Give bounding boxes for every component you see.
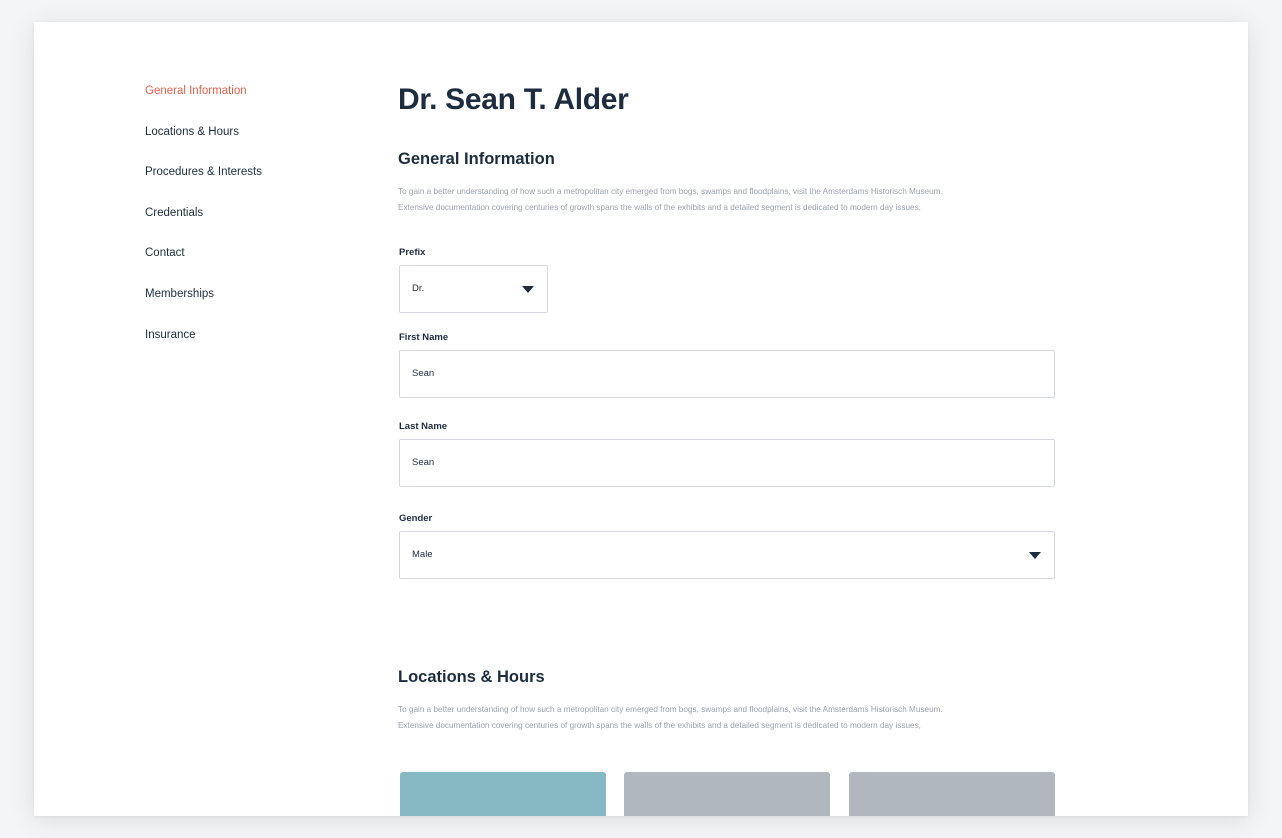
general-desc-line-2: Extensive documentation covering centuri… bbox=[398, 202, 921, 212]
sidebar-item-procedures-interests[interactable]: Procedures & Interests bbox=[145, 165, 345, 206]
last-name-input[interactable]: Sean bbox=[399, 439, 1055, 487]
last-name-value: Sean bbox=[412, 457, 435, 468]
sidebar-item-credentials[interactable]: Credentials bbox=[145, 206, 345, 247]
caret-down-icon bbox=[522, 286, 534, 293]
last-name-label: Last Name bbox=[399, 421, 448, 432]
general-information-description: To gain a better understanding of how su… bbox=[398, 184, 1048, 215]
prefix-value: Dr. bbox=[412, 283, 425, 294]
location-card-1[interactable] bbox=[400, 772, 606, 816]
sidebar-item-insurance[interactable]: Insurance bbox=[145, 328, 345, 369]
sidebar-item-memberships[interactable]: Memberships bbox=[145, 287, 345, 328]
gender-value: Male bbox=[412, 549, 433, 560]
gender-label: Gender bbox=[399, 513, 433, 524]
locations-desc-line-2: Extensive documentation covering centuri… bbox=[398, 720, 921, 730]
sidebar-item-general-information[interactable]: General Information bbox=[145, 84, 345, 125]
prefix-select[interactable]: Dr. bbox=[399, 265, 548, 313]
caret-down-icon bbox=[1029, 552, 1041, 559]
first-name-value: Sean bbox=[412, 368, 435, 379]
first-name-input[interactable]: Sean bbox=[399, 350, 1055, 398]
locations-hours-heading: Locations & Hours bbox=[398, 668, 545, 686]
sidebar-item-contact[interactable]: Contact bbox=[145, 246, 345, 287]
page-card: General Information Locations & Hours Pr… bbox=[34, 22, 1248, 816]
page-title: Dr. Sean T. Alder bbox=[398, 83, 629, 116]
gender-select[interactable]: Male bbox=[399, 531, 1055, 579]
prefix-label: Prefix bbox=[399, 247, 426, 258]
first-name-label: First Name bbox=[399, 332, 449, 343]
location-card-2[interactable] bbox=[624, 772, 830, 816]
general-information-heading: General Information bbox=[398, 150, 555, 168]
location-card-3[interactable] bbox=[849, 772, 1055, 816]
locations-hours-description: To gain a better understanding of how su… bbox=[398, 702, 1048, 733]
general-desc-line-1: To gain a better understanding of how su… bbox=[398, 187, 943, 196]
sidebar-item-locations-hours[interactable]: Locations & Hours bbox=[145, 125, 345, 166]
locations-desc-line-1: To gain a better understanding of how su… bbox=[398, 705, 943, 714]
sidebar-nav: General Information Locations & Hours Pr… bbox=[145, 84, 345, 368]
